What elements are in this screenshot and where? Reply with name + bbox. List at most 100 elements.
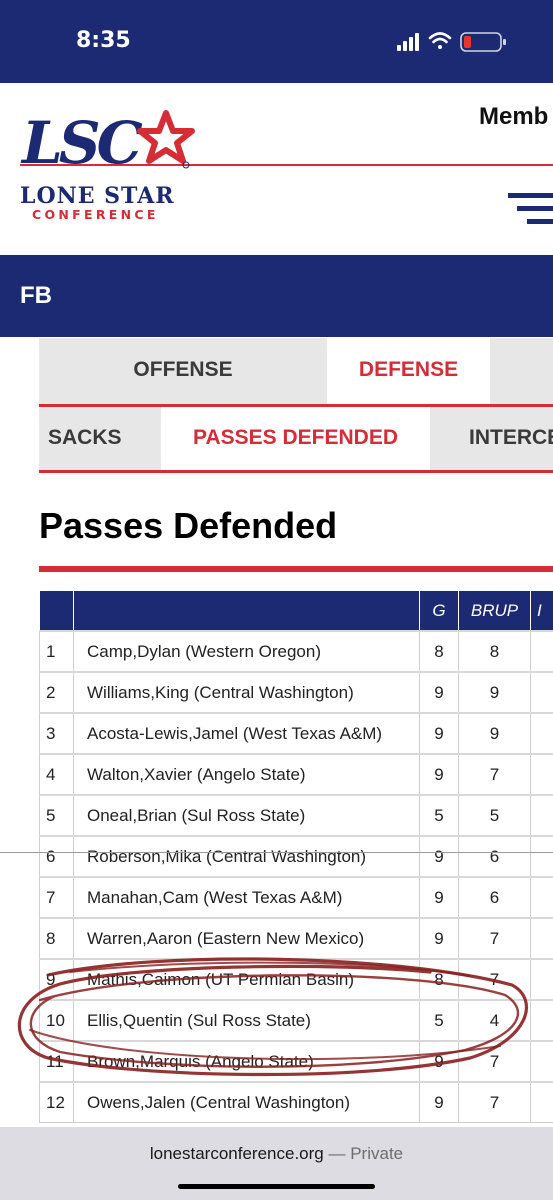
home-indicator[interactable] xyxy=(178,1184,375,1189)
cell-games: 9 xyxy=(419,1040,459,1083)
cell-brup: 5 xyxy=(458,794,531,837)
cell-int xyxy=(530,876,553,919)
table-row: 9 Mathis,Caimon (UT Permian Basin) 8 7 xyxy=(39,958,553,1001)
subtabs-underline xyxy=(39,470,553,473)
title-rule xyxy=(39,566,553,572)
status-icons xyxy=(397,32,506,52)
private-label: Private xyxy=(350,1144,404,1163)
cell-games: 9 xyxy=(419,712,459,755)
cell-brup: 6 xyxy=(458,835,531,878)
cell-games: 9 xyxy=(419,876,459,919)
cell-rank: 10 xyxy=(39,999,74,1042)
table-row: 4 Walton,Xavier (Angelo State) 9 7 xyxy=(39,753,553,796)
cell-int xyxy=(530,835,553,878)
cell-rank: 11 xyxy=(39,1040,74,1083)
star-icon xyxy=(137,110,195,164)
tab-sacks[interactable]: SACKS xyxy=(48,407,122,470)
cell-games: 9 xyxy=(419,671,459,714)
url-display[interactable]: lonestarconference.org — Private xyxy=(0,1144,553,1164)
cell-rank: 7 xyxy=(39,876,74,919)
cell-rank: 8 xyxy=(39,917,74,960)
stat-category-tabs: OFFENSE DEFENSE xyxy=(39,338,553,405)
table-row: 3 Acosta-Lewis,Jamel (West Texas A&M) 9 … xyxy=(39,712,553,755)
cell-games: 8 xyxy=(419,958,459,1001)
table-row: 12 Owens,Jalen (Central Washington) 9 7 xyxy=(39,1081,553,1123)
cell-rank: 12 xyxy=(39,1081,74,1123)
status-time: 8:35 xyxy=(76,28,131,53)
cell-player[interactable]: Camp,Dylan (Western Oregon) xyxy=(73,630,420,673)
cell-rank: 4 xyxy=(39,753,74,796)
logo-line-conference: CONFERENCE xyxy=(32,207,159,222)
cell-int xyxy=(530,753,553,796)
table-row: 11 Brown,Marquis (Angelo State) 9 7 xyxy=(39,1040,553,1083)
cell-games: 5 xyxy=(419,794,459,837)
tab-passes-defended[interactable]: PASSES DEFENDED xyxy=(161,407,430,470)
wifi-icon xyxy=(428,32,452,49)
cell-int xyxy=(530,1040,553,1083)
cell-player[interactable]: Roberson,Mika (Central Washington) xyxy=(73,835,420,878)
col-header-g[interactable]: G xyxy=(419,591,459,631)
cell-brup: 8 xyxy=(458,630,531,673)
col-header-rank[interactable] xyxy=(39,591,74,631)
cell-brup: 9 xyxy=(458,712,531,755)
cell-player[interactable]: Acosta-Lewis,Jamel (West Texas A&M) xyxy=(73,712,420,755)
cell-player[interactable]: Ellis,Quentin (Sul Ross State) xyxy=(73,999,420,1042)
cell-brup: 7 xyxy=(458,917,531,960)
cell-player[interactable]: Walton,Xavier (Angelo State) xyxy=(73,753,420,796)
cell-player[interactable]: Warren,Aaron (Eastern New Mexico) xyxy=(73,917,420,960)
cell-rank: 9 xyxy=(39,958,74,1001)
tab-defense[interactable]: DEFENSE xyxy=(327,338,490,405)
site-header: LSC LONE STAR CONFERENCE Memb xyxy=(0,83,553,255)
status-bar: 8:35 xyxy=(0,0,553,83)
hamburger-menu-icon[interactable] xyxy=(508,191,553,227)
cell-int xyxy=(530,712,553,755)
stat-subcategory-tabs: SACKS PASSES DEFENDED INTERCE xyxy=(39,407,553,470)
url-separator: — xyxy=(328,1144,346,1163)
table-header-row: G BRUP I xyxy=(39,591,553,631)
table-row: 8 Warren,Aaron (Eastern New Mexico) 9 7 xyxy=(39,917,553,960)
cell-brup: 6 xyxy=(458,876,531,919)
table-row: 7 Manahan,Cam (West Texas A&M) 9 6 xyxy=(39,876,553,919)
logo-mark: LSC xyxy=(20,109,143,177)
table-row: 6 Roberson,Mika (Central Washington) 9 6 xyxy=(39,835,553,878)
passes-defended-table: G BRUP I 1 Camp,Dylan (Western Oregon) 8… xyxy=(39,591,553,1123)
cell-games: 9 xyxy=(419,1081,459,1123)
cell-brup: 7 xyxy=(458,958,531,1001)
cell-games: 5 xyxy=(419,999,459,1042)
col-header-player[interactable] xyxy=(73,591,420,631)
url-text: lonestarconference.org xyxy=(149,1144,324,1163)
sport-label[interactable]: FB xyxy=(20,282,52,310)
lsc-logo[interactable]: LSC xyxy=(20,101,200,183)
table-row: 5 Oneal,Brian (Sul Ross State) 5 5 xyxy=(39,794,553,837)
browser-address-bar[interactable]: lonestarconference.org — Private xyxy=(0,1127,553,1200)
cell-brup: 7 xyxy=(458,1081,531,1123)
battery-low-icon xyxy=(460,32,506,52)
cell-player[interactable]: Owens,Jalen (Central Washington) xyxy=(73,1081,420,1123)
cell-player[interactable]: Mathis,Caimon (UT Permian Basin) xyxy=(73,958,420,1001)
table-row: 2 Williams,King (Central Washington) 9 9 xyxy=(39,671,553,714)
cell-int xyxy=(530,671,553,714)
col-header-int[interactable]: I xyxy=(530,591,553,631)
table-row: 10 Ellis,Quentin (Sul Ross State) 5 4 xyxy=(39,999,553,1042)
col-header-brup[interactable]: BRUP xyxy=(458,591,531,631)
cell-brup: 7 xyxy=(458,753,531,796)
cell-brup: 4 xyxy=(458,999,531,1042)
cell-games: 9 xyxy=(419,917,459,960)
cell-games: 9 xyxy=(419,835,459,878)
cell-player[interactable]: Brown,Marquis (Angelo State) xyxy=(73,1040,420,1083)
cell-rank: 6 xyxy=(39,835,74,878)
cell-int xyxy=(530,999,553,1042)
cell-player[interactable]: Manahan,Cam (West Texas A&M) xyxy=(73,876,420,919)
cell-rank: 2 xyxy=(39,671,74,714)
cell-brup: 7 xyxy=(458,1040,531,1083)
cell-int xyxy=(530,1081,553,1123)
tab-offense[interactable]: OFFENSE xyxy=(39,338,327,405)
tab-interceptions[interactable]: INTERCE xyxy=(469,407,553,470)
cell-player[interactable]: Williams,King (Central Washington) xyxy=(73,671,420,714)
cell-rank: 1 xyxy=(39,630,74,673)
members-nav-link[interactable]: Memb xyxy=(479,103,548,131)
page-title: Passes Defended xyxy=(39,505,338,546)
cell-int xyxy=(530,958,553,1001)
cell-int xyxy=(530,630,553,673)
cell-player[interactable]: Oneal,Brian (Sul Ross State) xyxy=(73,794,420,837)
